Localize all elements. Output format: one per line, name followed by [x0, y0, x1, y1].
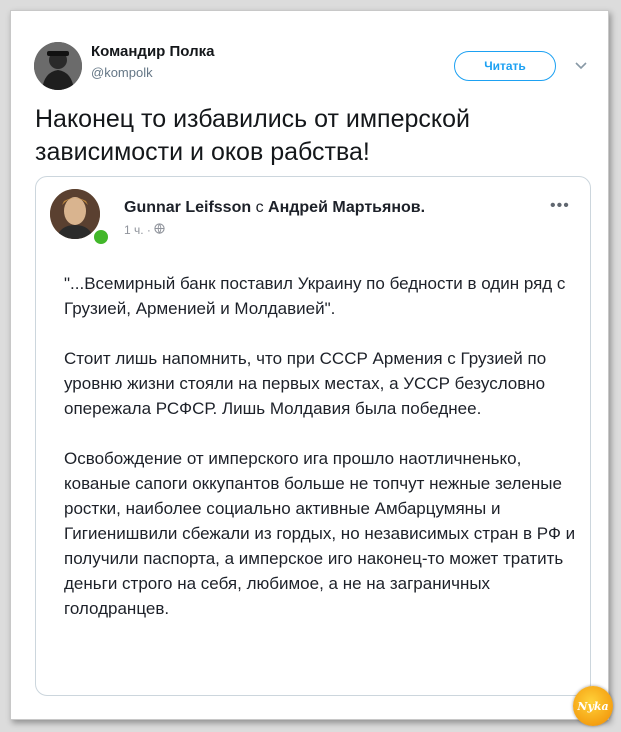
- tweet-text: Наконец то избавились от имперской завис…: [35, 105, 470, 166]
- screenshot-frame: Командир Полка @kompolk Читать Наконец т…: [10, 10, 613, 726]
- quoted-post[interactable]: Gunnar Leifsson с Андрей Мартьянов. 1 ч.…: [35, 176, 591, 696]
- author-name[interactable]: Командир Полка: [91, 43, 214, 60]
- paragraph: Стоит лишь напомнить, что при СССР Армен…: [64, 349, 547, 418]
- tagged-person[interactable]: Андрей Мартьянов.: [268, 199, 425, 216]
- paragraph: Освобождение от имперского ига прошло на…: [64, 449, 576, 618]
- watermark-logo: Nyka: [573, 686, 613, 726]
- quoted-author-name[interactable]: Gunnar Leifsson: [124, 199, 251, 216]
- with-word: с: [255, 199, 264, 216]
- follow-button[interactable]: Читать: [454, 51, 556, 81]
- author-handle[interactable]: @kompolk: [91, 65, 153, 80]
- more-options-button[interactable]: •••: [550, 197, 570, 215]
- online-status-indicator: [92, 228, 110, 246]
- paragraph: "...Всемирный банк поставил Украину по б…: [64, 274, 566, 318]
- quoted-post-body: "...Всемирный банк поставил Украину по б…: [64, 271, 579, 646]
- quoted-post-header: Gunnar Leifsson с Андрей Мартьянов.: [124, 199, 425, 217]
- post-time[interactable]: 1 ч. ·: [124, 223, 151, 237]
- chevron-down-icon[interactable]: [573, 57, 589, 73]
- globe-icon: [154, 223, 165, 237]
- quoted-post-meta: 1 ч. ·: [124, 223, 165, 237]
- author-avatar[interactable]: [34, 42, 82, 90]
